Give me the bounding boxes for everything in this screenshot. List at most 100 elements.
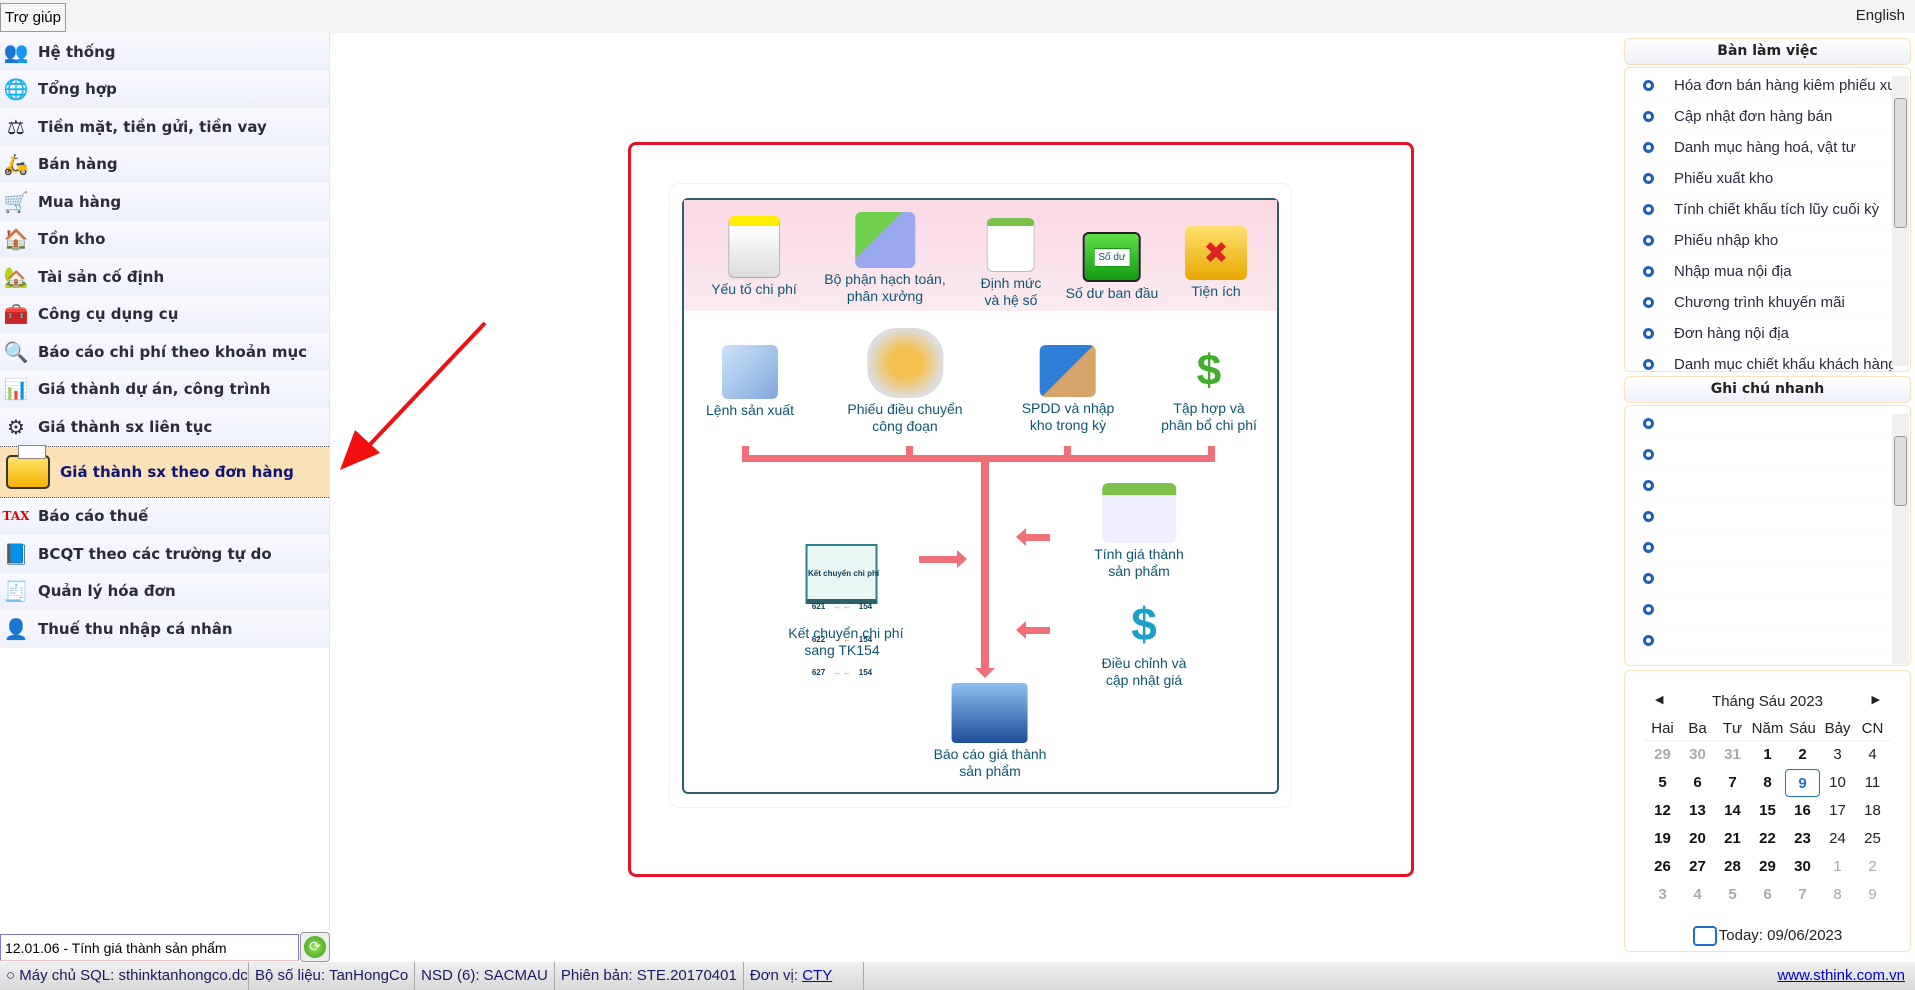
calendar-day[interactable]: 30 [1680, 741, 1715, 769]
node-cost-elements[interactable]: Yếu tố chi phí [711, 216, 797, 298]
sidebar-item[interactable]: 👥 Hệ thống [0, 33, 329, 71]
desk-item[interactable]: Cập nhật đơn hàng bán [1625, 101, 1893, 132]
node-cost-report[interactable]: Báo cáo giá thành sản phẩm [934, 683, 1046, 780]
calendar-day[interactable]: 3 [1820, 741, 1855, 769]
calendar-day[interactable]: 15 [1750, 797, 1785, 825]
desk-item[interactable]: Hóa đơn bán hàng kiêm phiếu xuất kho [1625, 70, 1893, 101]
sidebar-item[interactable]: ⚖ Tiền mặt, tiền gửi, tiền vay [0, 108, 329, 146]
sidebar-item[interactable]: TAX Báo cáo thuế [0, 497, 329, 535]
desk-item[interactable]: Danh mục hàng hoá, vật tư [1625, 132, 1893, 163]
calendar-day[interactable]: 8 [1820, 881, 1855, 909]
calendar-day[interactable]: 9 [1785, 769, 1820, 797]
calendar-day[interactable]: 5 [1645, 769, 1680, 797]
calendar-day[interactable]: 24 [1820, 825, 1855, 853]
help-menu-button[interactable]: Trợ giúp [0, 3, 66, 32]
calendar-day[interactable]: 4 [1855, 741, 1890, 769]
node-calc-cost[interactable]: Tính giá thành sản phẩm [1094, 483, 1184, 580]
calendar-day[interactable]: 1 [1750, 741, 1785, 769]
sidebar-item[interactable]: 🏡 Tài sản cố định [0, 258, 329, 296]
node-wip[interactable]: SPDD và nhập kho trong kỳ [1022, 345, 1114, 434]
node-cost-transfer[interactable]: Kết chuyển chi phí 621 → ← 154 622 → ← 154 6… [781, 510, 903, 677]
calendar-day[interactable]: 29 [1750, 853, 1785, 881]
sidebar-item[interactable]: 🧾 Quản lý hóa đơn [0, 572, 329, 610]
website-link[interactable]: www.sthink.com.vn [1777, 962, 1905, 990]
sidebar-item[interactable]: 📊 Giá thành dự án, công trình [0, 370, 329, 408]
sidebar-item[interactable]: 🧰 Công cụ dụng cụ [0, 295, 329, 333]
note-item[interactable] [1625, 532, 1893, 563]
calendar-day[interactable]: 9 [1855, 881, 1890, 909]
calendar-day[interactable]: 26 [1645, 853, 1680, 881]
calendar-day[interactable]: 17 [1820, 797, 1855, 825]
desk-item[interactable]: Phiếu xuất kho [1625, 163, 1893, 194]
calendar-day[interactable]: 7 [1715, 769, 1750, 797]
node-utilities[interactable]: ✖ Tiện ích [1185, 226, 1247, 300]
today-link[interactable]: Today: 09/06/2023 [1625, 926, 1910, 946]
calendar-day[interactable]: 2 [1785, 741, 1820, 769]
sidebar-item-label: Báo cáo chi phí theo khoản mục [38, 342, 308, 361]
calendar-day[interactable]: 6 [1680, 769, 1715, 797]
calendar-day[interactable]: 2 [1855, 853, 1890, 881]
calendar-day[interactable]: 16 [1785, 797, 1820, 825]
node-departments[interactable]: Bộ phận hạch toán, phân xưởng [824, 212, 946, 305]
calendar-day[interactable]: 27 [1680, 853, 1715, 881]
node-production-order[interactable]: Lệnh sản xuất [706, 345, 794, 419]
node-norms[interactable]: Định mức và hệ số [981, 218, 1041, 309]
sidebar-item[interactable]: 🔍 Báo cáo chi phí theo khoản mục [0, 333, 329, 371]
sidebar-item[interactable]: 👤 Thuế thu nhập cá nhân [0, 610, 329, 648]
calendar-day[interactable]: 18 [1855, 797, 1890, 825]
note-item[interactable] [1625, 501, 1893, 532]
calendar-day[interactable]: 28 [1715, 853, 1750, 881]
calendar-day[interactable]: 6 [1750, 881, 1785, 909]
note-item[interactable] [1625, 439, 1893, 470]
language-link[interactable]: English [1856, 7, 1905, 24]
calendar-day[interactable]: 5 [1715, 881, 1750, 909]
desk-item[interactable]: Tính chiết khấu tích lũy cuối kỳ [1625, 194, 1893, 225]
go-button[interactable]: ⟳ [300, 932, 330, 962]
calendar-day[interactable]: 10 [1820, 769, 1855, 797]
note-item[interactable] [1625, 625, 1893, 656]
calendar-day[interactable]: 12 [1645, 797, 1680, 825]
scrollbar[interactable] [1892, 414, 1909, 664]
calendar-day[interactable]: 1 [1820, 853, 1855, 881]
calendar-day[interactable]: 22 [1750, 825, 1785, 853]
calendar-day[interactable]: 4 [1680, 881, 1715, 909]
desk-item[interactable]: Chương trình khuyến mãi [1625, 287, 1893, 318]
next-month-icon[interactable]: ▶ [1872, 693, 1880, 706]
node-adjust-price[interactable]: $ Điều chỉnh và cập nhật giá [1102, 596, 1187, 689]
unit-link[interactable]: CTY [802, 967, 832, 984]
sidebar-item[interactable]: ⚙ Giá thành sx liên tục [0, 408, 329, 446]
calendar-day[interactable]: 13 [1680, 797, 1715, 825]
node-stage-transfer[interactable]: Phiếu điều chuyển công đoạn [847, 328, 963, 435]
desk-item[interactable]: Phiếu nhập kho [1625, 225, 1893, 256]
calendar-day[interactable]: 7 [1785, 881, 1820, 909]
sidebar-item[interactable]: 🏠 Tồn kho [0, 220, 329, 258]
calendar-day[interactable]: 11 [1855, 769, 1890, 797]
calendar-day[interactable]: 20 [1680, 825, 1715, 853]
calendar-day[interactable]: 14 [1715, 797, 1750, 825]
desk-item[interactable]: Danh mục chiết khấu khách hàng [1625, 349, 1893, 371]
node-cost-allocation[interactable]: $ Tập hợp và phân bổ chi phí [1161, 345, 1257, 434]
calendar-day[interactable]: 29 [1645, 741, 1680, 769]
note-item[interactable] [1625, 594, 1893, 625]
scrollbar[interactable] [1892, 76, 1909, 366]
note-item[interactable] [1625, 563, 1893, 594]
calendar-day[interactable]: 21 [1715, 825, 1750, 853]
calendar-day[interactable]: 3 [1645, 881, 1680, 909]
node-opening-balance[interactable]: Số dư Số dư ban đầu [1066, 232, 1158, 302]
desk-item[interactable]: Đơn hàng nội địa [1625, 318, 1893, 349]
calendar-day[interactable]: 31 [1715, 741, 1750, 769]
sidebar-item[interactable]: 📘 BCQT theo các trường tự do [0, 535, 329, 573]
sidebar-item[interactable]: 🛵 Bán hàng [0, 145, 329, 183]
calendar-day[interactable]: 30 [1785, 853, 1820, 881]
calendar-day[interactable]: 23 [1785, 825, 1820, 853]
calendar-day[interactable]: 25 [1855, 825, 1890, 853]
sidebar-item[interactable]: Giá thành sx theo đơn hàng [0, 444, 329, 498]
desk-item[interactable]: Nhập mua nội địa [1625, 256, 1893, 287]
note-item[interactable] [1625, 408, 1893, 439]
calendar-day[interactable]: 19 [1645, 825, 1680, 853]
command-input[interactable] [0, 934, 299, 961]
calendar-day[interactable]: 8 [1750, 769, 1785, 797]
sidebar-item[interactable]: 🌐 Tổng hợp [0, 70, 329, 108]
note-item[interactable] [1625, 470, 1893, 501]
sidebar-item[interactable]: 🛒 Mua hàng [0, 183, 329, 221]
